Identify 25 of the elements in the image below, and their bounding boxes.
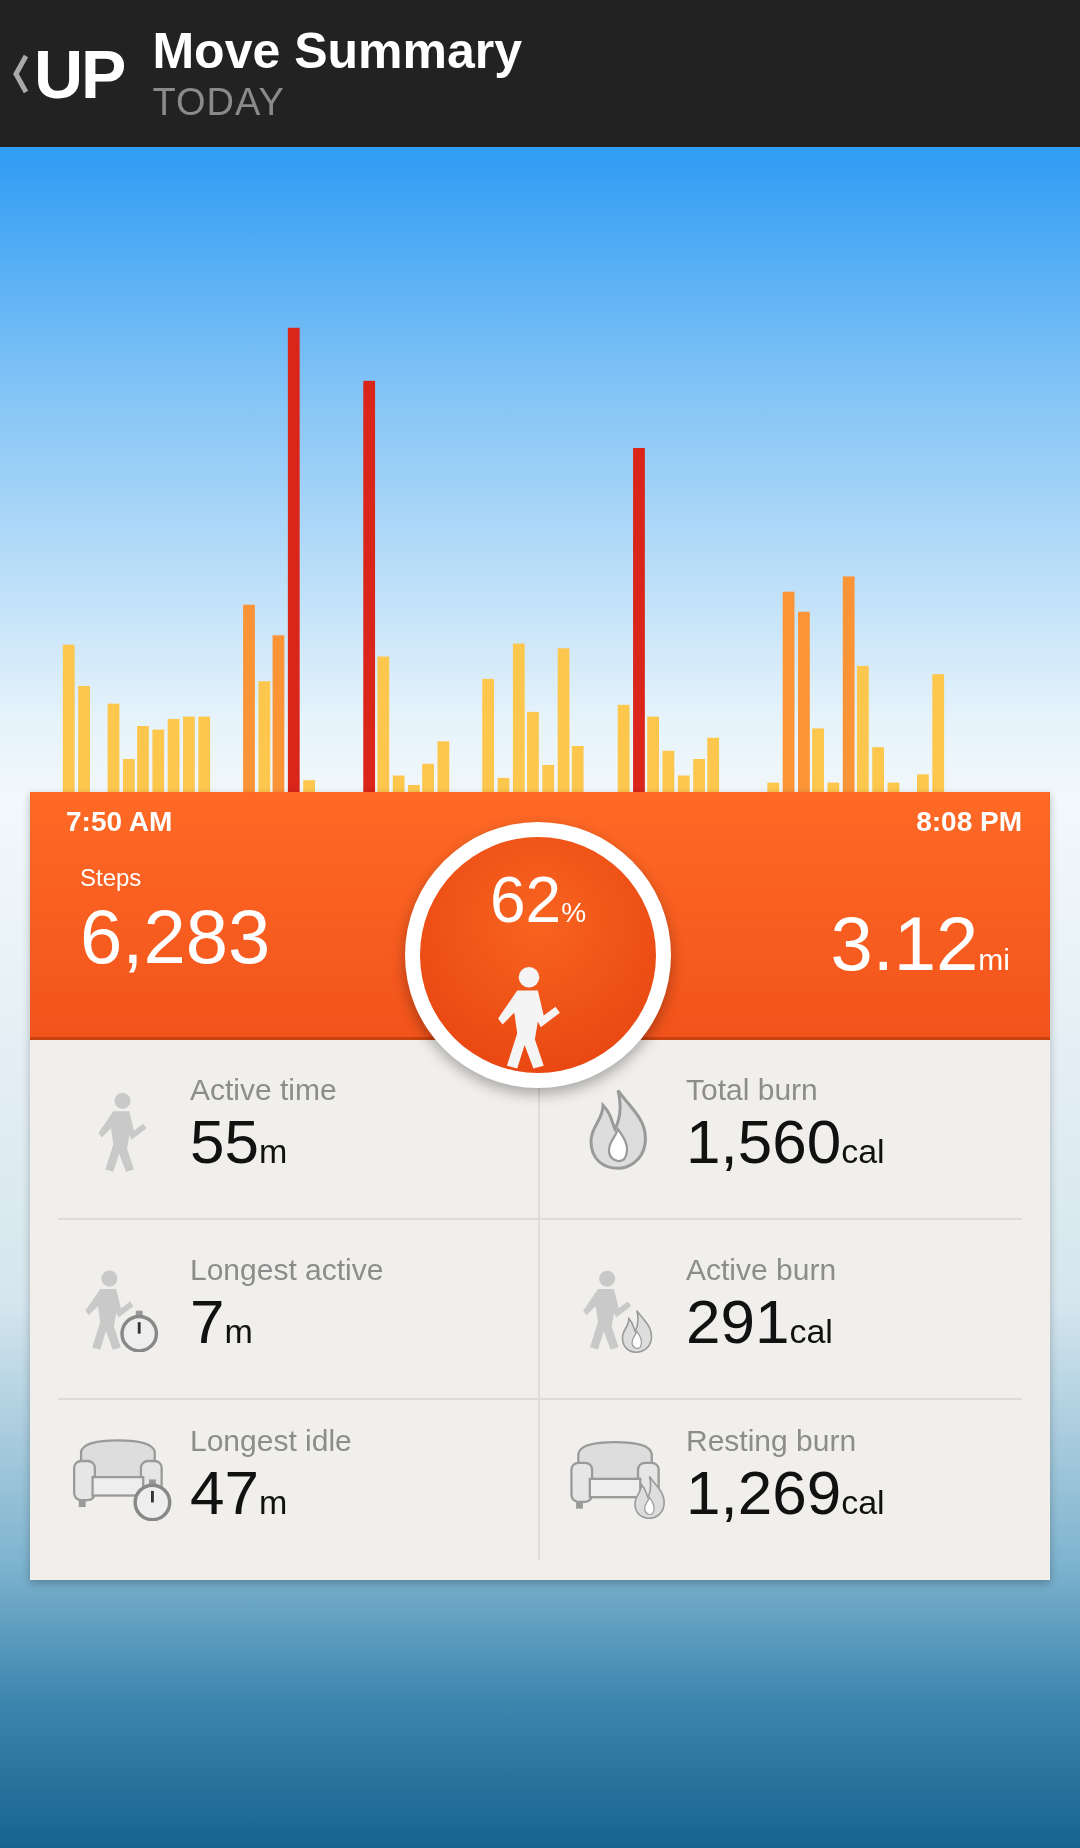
armchair-stopwatch-icon: [72, 1439, 172, 1521]
stat-value: 55m: [190, 1106, 289, 1178]
flame-icon: [588, 1088, 648, 1170]
page-title: Move Summary: [152, 22, 523, 79]
end-time: 8:08 PM: [916, 806, 1022, 838]
page-subtitle: TODAY: [152, 79, 286, 125]
stat-label: Active time: [190, 1072, 337, 1107]
stat-label: Longest active: [190, 1252, 384, 1287]
start-time: 7:50 AM: [66, 806, 173, 838]
stat-label: Active burn: [686, 1252, 837, 1287]
stat-label: Resting burn: [686, 1423, 858, 1458]
stat-value: 7m: [190, 1286, 254, 1358]
stat-label: Total burn: [686, 1072, 819, 1107]
stat-value: 1,269cal: [686, 1457, 885, 1529]
back-icon[interactable]: [12, 53, 30, 94]
stat-label: Longest idle: [190, 1423, 352, 1458]
distance-value: 3.12mi: [830, 900, 1010, 987]
armchair-flame-icon: [569, 1441, 667, 1519]
goal-percent: 62%: [489, 863, 587, 937]
app-logo: UP: [34, 34, 125, 113]
steps-label: Steps: [80, 864, 143, 892]
stat-value: 291cal: [686, 1286, 834, 1358]
steps-value: 6,283: [80, 893, 271, 981]
stat-value: 47m: [190, 1457, 289, 1529]
stat-value: 1,560cal: [686, 1106, 885, 1178]
